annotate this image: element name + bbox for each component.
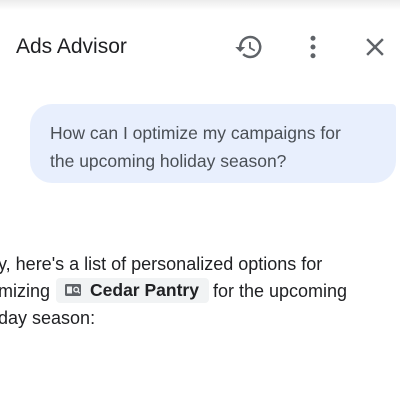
more-options-button[interactable] (295, 29, 331, 65)
top-divider (0, 0, 400, 10)
more-vert-icon (310, 35, 316, 59)
ads-account-icon (64, 281, 82, 299)
user-message-line: How can I optimize my campaigns for (50, 123, 341, 143)
history-button[interactable] (231, 29, 267, 65)
close-icon (366, 38, 384, 56)
reply-text: for the upcoming (212, 281, 348, 301)
reply-text: mizing (0, 281, 51, 301)
account-chip[interactable]: Cedar Pantry (56, 277, 209, 303)
close-button[interactable] (357, 29, 393, 65)
assistant-reply: y, here's a list of personalized options… (0, 251, 400, 332)
user-message-line: the upcoming holiday season? (50, 151, 287, 171)
history-icon (235, 35, 262, 59)
account-chip-label: Cedar Pantry (90, 279, 199, 300)
reply-line: mizing Cedar Pantry for the upcoming (0, 277, 400, 305)
panel-title: Ads Advisor (16, 35, 127, 58)
reply-line: day season: (0, 308, 96, 328)
user-message-bubble: How can I optimize my campaigns for the … (30, 104, 396, 183)
reply-line: y, here's a list of personalized options… (0, 254, 323, 274)
ads-advisor-panel: Ads Advisor How can I optimize my campai… (0, 0, 400, 400)
